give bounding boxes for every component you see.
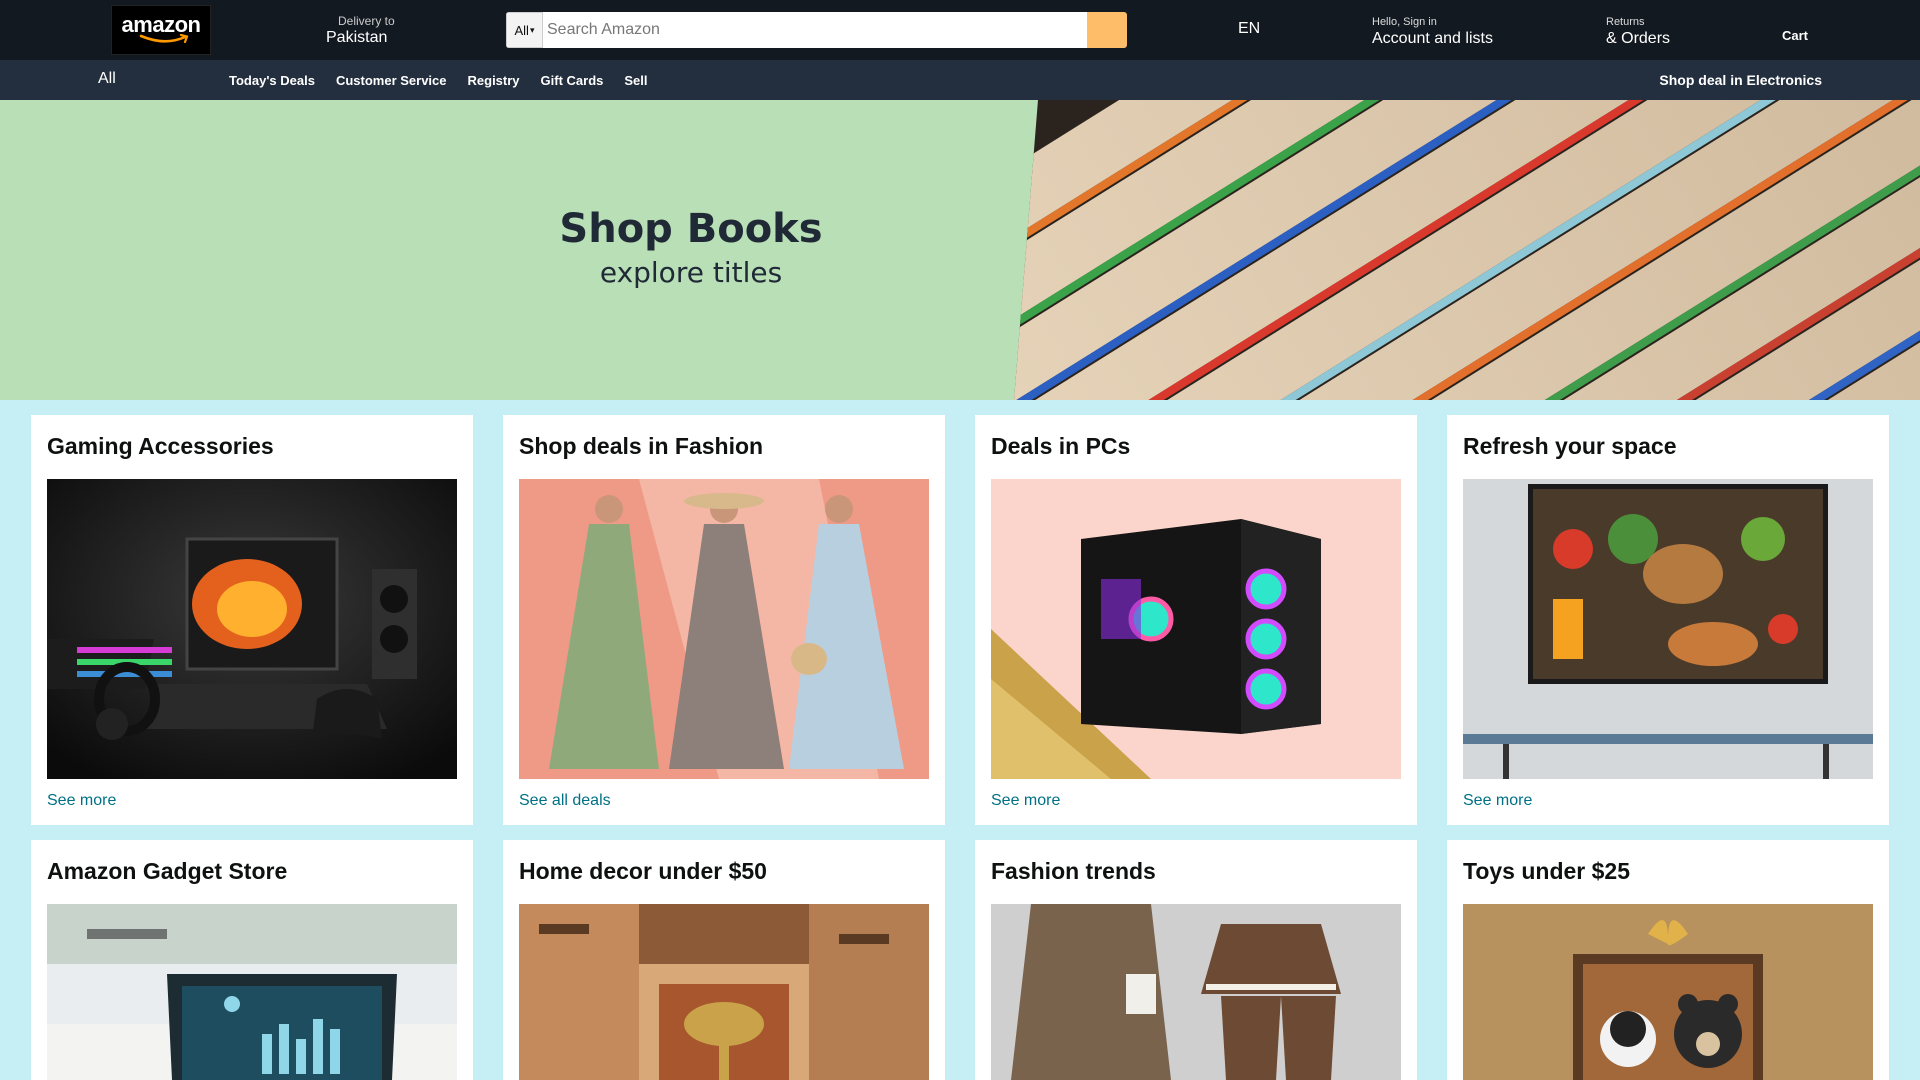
card-gadget-store: Amazon Gadget Store (31, 840, 473, 1080)
card-title: Fashion trends (991, 858, 1156, 884)
card-title: Home decor under $50 (519, 858, 767, 884)
top-nav: amazon Delivery to Pakistan All ▾ EN Hel… (0, 0, 1920, 60)
language-selector[interactable]: EN (1238, 20, 1260, 38)
subnav-links: Today's Deals Customer Service Registry … (229, 73, 648, 88)
see-more-link[interactable]: See more (991, 792, 1060, 810)
logo-wordmark: amazon (121, 12, 201, 37)
search-input[interactable] (543, 12, 1087, 48)
account-greeting: Hello, Sign in (1372, 16, 1437, 28)
card-title: Deals in PCs (991, 433, 1131, 459)
card-refresh-space: Refresh your space See more (1447, 415, 1889, 825)
search-category-value: All (514, 22, 529, 38)
search-category-select[interactable]: All ▾ (506, 12, 543, 48)
cart-button[interactable]: Cart (1782, 28, 1808, 43)
chevron-down-icon: ▾ (529, 24, 535, 35)
nav-sell[interactable]: Sell (624, 73, 647, 88)
card-title: Shop deals in Fashion (519, 433, 764, 459)
wall-art-kitchen-image[interactable] (1463, 479, 1873, 779)
nav-customer-service[interactable]: Customer Service (336, 73, 447, 88)
sub-nav: All Today's Deals Customer Service Regis… (0, 60, 1920, 100)
card-gaming-accessories: Gaming Accessories See more (31, 415, 473, 825)
laptop-dashboard-image[interactable] (47, 904, 457, 1080)
account-menu[interactable]: Hello, Sign in Account and lists (1372, 16, 1493, 48)
search-bar: All ▾ (506, 12, 1127, 48)
account-label: Account and lists (1372, 30, 1493, 47)
fashion-dresses-image[interactable] (519, 479, 929, 779)
nav-todays-deals[interactable]: Today's Deals (229, 73, 315, 88)
promo-link[interactable]: Shop deal in Electronics (1659, 72, 1822, 88)
delivery-label: Delivery to (338, 14, 395, 28)
amazon-logo[interactable]: amazon (111, 5, 211, 55)
delivery-country: Pakistan (326, 29, 388, 46)
nav-gift-cards[interactable]: Gift Cards (541, 73, 604, 88)
delivery-location[interactable]: Delivery to Pakistan (326, 14, 395, 47)
see-all-deals-link[interactable]: See all deals (519, 792, 611, 810)
search-button[interactable] (1087, 12, 1127, 48)
hero-banner[interactable]: Shop Books explore titles (0, 100, 1920, 400)
gaming-pc-image[interactable] (991, 479, 1401, 779)
card-title: Gaming Accessories (47, 433, 274, 459)
see-more-link[interactable]: See more (1463, 792, 1532, 810)
all-menu-button[interactable]: All (98, 70, 116, 88)
books-stack-image (1014, 100, 1920, 400)
gaming-accessories-image[interactable] (47, 479, 457, 779)
card-home-decor: Home decor under $50 (503, 840, 945, 1080)
card-fashion-deals: Shop deals in Fashion See all deals (503, 415, 945, 825)
returns-orders[interactable]: Returns & Orders (1606, 16, 1670, 48)
plush-toys-gift-image[interactable] (1463, 904, 1873, 1080)
nav-registry[interactable]: Registry (468, 73, 520, 88)
boxes-lamp-image[interactable] (519, 904, 929, 1080)
returns-label: Returns (1606, 16, 1645, 28)
knit-outfit-image[interactable] (991, 904, 1401, 1080)
card-title: Amazon Gadget Store (47, 858, 288, 884)
card-fashion-trends: Fashion trends (975, 840, 1417, 1080)
card-title: Toys under $25 (1463, 858, 1631, 884)
card-title: Refresh your space (1463, 433, 1677, 459)
card-deals-pcs: Deals in PCs See more (975, 415, 1417, 825)
logo-smile-icon (139, 34, 189, 44)
orders-label: & Orders (1606, 30, 1671, 47)
card-toys: Toys under $25 (1447, 840, 1889, 1080)
see-more-link[interactable]: See more (47, 792, 116, 810)
